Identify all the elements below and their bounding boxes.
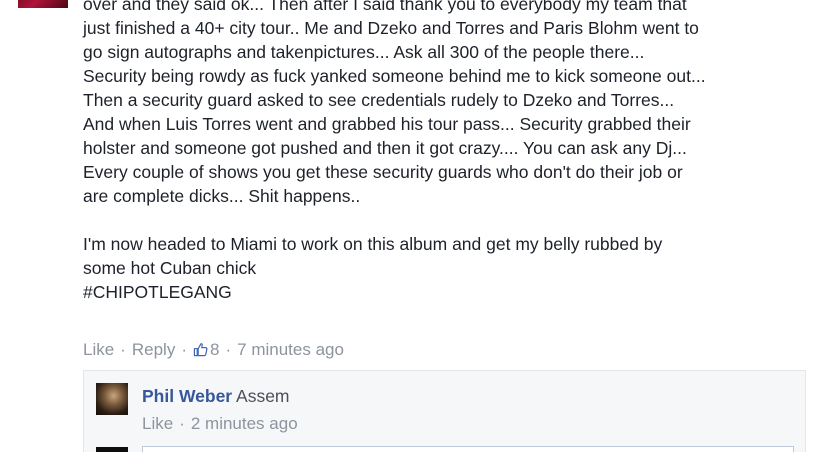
reply-section: Phil Weber Assem Like · 2 minutes ago: [83, 370, 806, 452]
reply-text: Assem: [236, 386, 290, 406]
hashtag-link[interactable]: #CHIPOTLEGANG: [83, 280, 803, 304]
comment-line: over and they said ok... Then after I sa…: [83, 0, 687, 14]
comment-line: Security being rowdy as fuck yanked some…: [83, 66, 706, 86]
comment-timestamp[interactable]: 7 minutes ago: [237, 340, 344, 359]
reply-input[interactable]: [142, 446, 794, 452]
reply-actions: Like · 2 minutes ago: [142, 412, 298, 436]
current-user-avatar: [96, 447, 128, 452]
reply-author-name[interactable]: Phil Weber: [142, 386, 232, 406]
reply-link[interactable]: Reply: [132, 340, 175, 359]
comment-actions: Like · Reply · 8 · 7 minutes ago: [83, 338, 344, 362]
comment-line: are complete dicks... Shit happens..: [83, 186, 361, 206]
comment-body: over and they said ok... Then after I sa…: [83, 0, 803, 304]
like-link[interactable]: Like: [83, 340, 114, 359]
thumbs-up-icon: [193, 343, 208, 357]
comment-line: Every couple of shows you get these secu…: [83, 162, 683, 182]
comment-thread: over and they said ok... Then after I sa…: [0, 0, 819, 452]
reply-like-link[interactable]: Like: [142, 414, 173, 433]
comment-line: some hot Cuban chick: [83, 258, 257, 278]
comment-line: And when Luis Torres went and grabbed hi…: [83, 114, 691, 134]
separator: ·: [120, 340, 126, 359]
comment-line: just finished a 40+ city tour.. Me and D…: [83, 18, 699, 38]
separator: ·: [179, 414, 185, 433]
reply-content: Phil Weber Assem: [142, 384, 290, 408]
reply-author-avatar[interactable]: [96, 383, 128, 415]
commenter-avatar[interactable]: [18, 0, 68, 8]
separator: ·: [225, 340, 232, 359]
comment-line: holster and someone got pushed and then …: [83, 138, 687, 158]
comment-line: go sign autographs and takenpictures... …: [83, 42, 645, 62]
like-count[interactable]: 8: [193, 340, 219, 359]
separator: ·: [181, 340, 187, 359]
comment-line: Then a security guard asked to see crede…: [83, 90, 675, 110]
reply-timestamp[interactable]: 2 minutes ago: [191, 414, 298, 433]
comment-line: I'm now headed to Miami to work on this …: [83, 234, 663, 254]
